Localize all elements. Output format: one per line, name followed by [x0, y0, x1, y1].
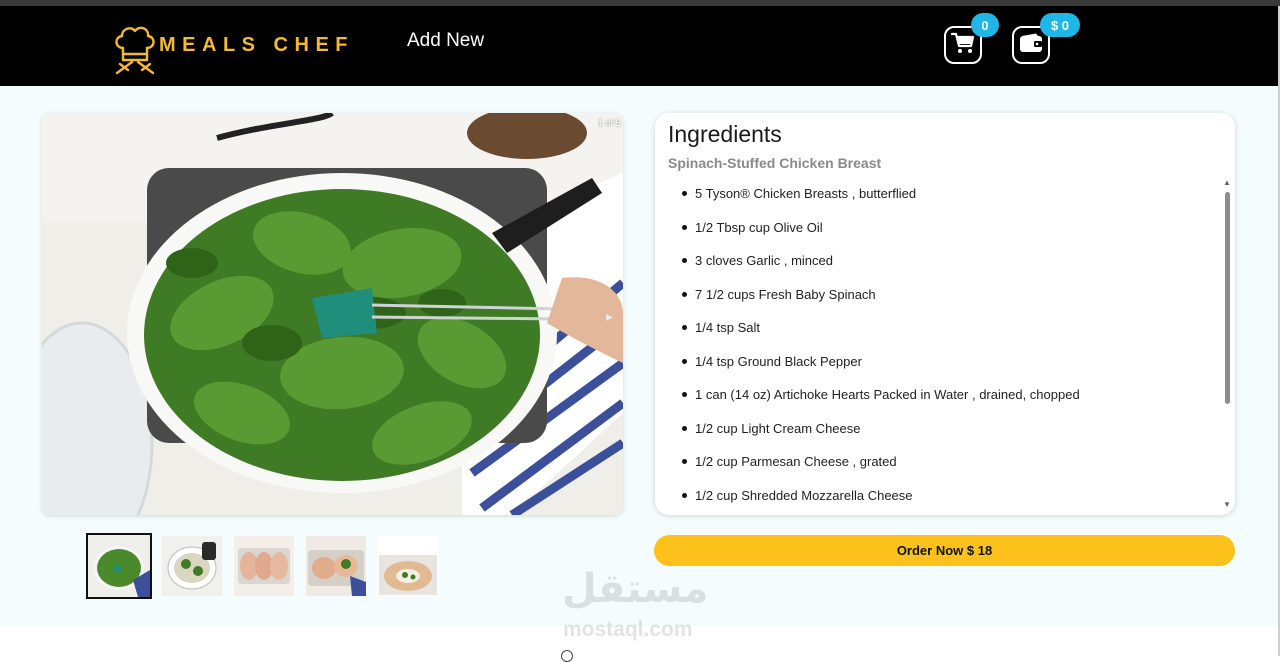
- thumbnail-2[interactable]: [162, 536, 222, 596]
- ingredient-item: 7 1/2 cups Fresh Baby Spinach: [655, 284, 1220, 318]
- ingredient-text: 1/2 cup Shredded Mozzarella Cheese: [695, 487, 913, 503]
- thumbnail-5[interactable]: [378, 536, 438, 596]
- shopping-cart-icon: [950, 32, 975, 59]
- watermark-latin: mostaql.com: [563, 618, 693, 641]
- scroll-up-icon[interactable]: ▲: [1223, 179, 1231, 187]
- ingredient-item: 1/2 cup Parmesan Cheese , grated: [655, 451, 1220, 485]
- scrollbar-thumb[interactable]: [1225, 192, 1230, 404]
- chef-hat-icon[interactable]: [110, 20, 160, 76]
- ingredient-text: 1/4 tsp Ground Black Pepper: [695, 353, 862, 369]
- ingredient-text: 1/4 tsp Salt: [695, 320, 761, 335]
- bullet: [682, 325, 687, 330]
- ingredient-item: 1/4 tsp Ground Black Pepper: [655, 351, 1220, 385]
- ingredient-item: 1/2 cup Shredded Mozzarella Cheese: [655, 485, 1220, 516]
- navbar: MEALS CHEF Add New 0 $ 0: [0, 6, 1280, 86]
- ingredient-text: 1/2 cup Parmesan Cheese , grated: [695, 454, 897, 469]
- cursor-hint: [561, 650, 573, 662]
- bullet: [682, 425, 687, 431]
- ingredient-item: 1/2 Tbsp cup Olive Oil: [655, 217, 1220, 251]
- ingredient-text: 1 can (14 oz) Artichoke Hearts Packed in…: [695, 387, 1080, 402]
- ingredients-scrollbar[interactable]: ▲ ▼: [1222, 179, 1232, 513]
- ingredient-text: 1/2 Tbsp cup Olive Oil: [695, 219, 823, 235]
- ingredient-item: 1 can (14 oz) Artichoke Hearts Packed in…: [655, 384, 1220, 418]
- wallet-amount-badge: $ 0: [1040, 13, 1080, 37]
- ingredient-text: 7 1/2 cups Fresh Baby Spinach: [695, 286, 876, 302]
- ingredient-item: 1/4 tsp Salt: [655, 317, 1220, 351]
- main-recipe-image[interactable]: [42, 113, 623, 515]
- bullet: [682, 392, 687, 397]
- order-now-button[interactable]: Order Now $ 18: [654, 535, 1235, 566]
- brand-name[interactable]: MEALS CHEF: [159, 34, 354, 57]
- ingredient-item: 1/2 cup Light Cream Cheese: [655, 418, 1220, 452]
- nav-add-new[interactable]: Add New: [407, 30, 484, 52]
- thumbnail-1[interactable]: [86, 533, 152, 599]
- watermark: مستقل mostaql.com: [562, 566, 722, 644]
- recipe-name: Spinach-Stuffed Chicken Breast: [668, 155, 882, 171]
- cart-count-badge: 0: [971, 13, 999, 37]
- scroll-down-icon[interactable]: ▼: [1223, 501, 1231, 509]
- ingredients-title: Ingredients: [668, 121, 782, 147]
- bullet: [682, 224, 687, 230]
- ingredients-card: Ingredients Spinach-Stuffed Chicken Brea…: [655, 113, 1235, 515]
- ingredient-text: 5 Tyson® Chicken Breasts , butterflied: [695, 186, 917, 201]
- ingredients-list: 5 Tyson® Chicken Breasts , butterflied 1…: [655, 183, 1220, 515]
- ingredient-item: 3 cloves Garlic , minced: [655, 250, 1220, 284]
- ingredient-text: 1/2 cup Light Cream Cheese: [695, 420, 861, 436]
- thumbnail-3[interactable]: [234, 536, 294, 596]
- bullet: [682, 459, 687, 464]
- thumbnail-4[interactable]: [306, 536, 366, 596]
- ingredient-text: 3 cloves Garlic , minced: [695, 253, 833, 268]
- image-counter: 1 of 5: [598, 118, 621, 128]
- ingredient-item: 5 Tyson® Chicken Breasts , butterflied: [655, 183, 1220, 217]
- watermark-arabic: مستقل: [562, 566, 709, 612]
- wallet-icon: [1019, 33, 1043, 58]
- bullet: [682, 258, 687, 263]
- bullet: [682, 358, 687, 364]
- chevron-right-icon[interactable]: ▸: [606, 308, 613, 325]
- bullet: [682, 291, 687, 297]
- bullet: [682, 492, 687, 498]
- bullet: [682, 191, 687, 196]
